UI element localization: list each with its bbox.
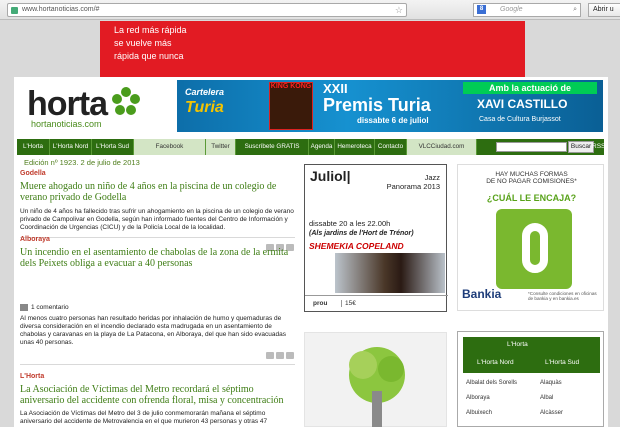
- logo-subtitle: hortanoticias.com: [31, 119, 102, 129]
- bankia-ad[interactable]: HAY MUCHAS FORMAS DE NO PAGAR COMISIONES*…: [457, 164, 604, 311]
- logo-word: horta: [27, 85, 108, 123]
- top-ad-line3: rápida que nunca: [114, 51, 184, 61]
- top-ad-banner[interactable]: La red más rápida se vuelve más rápida q…: [100, 21, 525, 77]
- event-box[interactable]: Juliol| Jazz Panorama 2013 dissabte 20 a …: [304, 164, 448, 312]
- search-button[interactable]: Buscar: [568, 141, 594, 153]
- main-nav: L'Horta L'Horta Nord L'Horta Sud Faceboo…: [17, 139, 605, 155]
- banner-xxii: XXII: [323, 81, 348, 96]
- banner-cartelera: Cartelera Turia: [185, 87, 225, 116]
- nav-twitter[interactable]: Twitter: [206, 139, 236, 155]
- event-photo: [335, 253, 445, 293]
- favicon-icon: [11, 7, 18, 14]
- event-genre: Jazz Panorama 2013: [386, 173, 440, 191]
- logo-flower-icon: [112, 87, 140, 115]
- article-section[interactable]: Godella: [20, 170, 46, 177]
- town-link[interactable]: Albuixech: [466, 410, 492, 416]
- share-icons[interactable]: [264, 352, 294, 360]
- town-link[interactable]: Albal: [540, 395, 553, 401]
- kingkong-poster: KING KONG: [269, 82, 313, 130]
- article-headline[interactable]: La Asociación de Víctimas del Metro reco…: [20, 384, 294, 406]
- event-venue: (Als jardins de l'Hort de Trénor): [309, 230, 414, 237]
- banner-date: dissabte 6 de juliol: [357, 116, 429, 125]
- town-link[interactable]: Alboraya: [466, 395, 490, 401]
- banner-venue: Casa de Cultura Burjassot: [479, 116, 561, 123]
- site-logo[interactable]: horta hortanoticias.com: [27, 85, 108, 129]
- article-headline[interactable]: Un incendio en el asentamiento de chabol…: [20, 247, 294, 269]
- tab-lhorta-sud[interactable]: L'Horta Sud: [545, 359, 579, 366]
- google-icon: 8: [477, 5, 486, 14]
- event-tag: prou: [313, 300, 328, 307]
- bankia-question: ¿CUÁL LE ENCAJA?: [486, 193, 577, 203]
- open-button[interactable]: Abrir u: [588, 3, 620, 17]
- article-body: La Asociación de Víctimas del Metro del …: [20, 410, 268, 425]
- bankia-text: HAY MUCHAS FORMAS DE NO PAGAR COMISIONES*: [486, 171, 577, 185]
- divider: [20, 237, 295, 238]
- town-link[interactable]: Alcàsser: [540, 410, 563, 416]
- horta-tabs: L'Horta L'Horta Nord L'Horta Sud: [463, 337, 600, 373]
- nav-hemeroteca[interactable]: Hemeroteca: [335, 139, 375, 155]
- bookmark-star-icon[interactable]: ☆: [395, 4, 403, 16]
- article-body: Un niño de 4 años ha fallecido tras sufr…: [20, 208, 294, 231]
- tree-ad[interactable]: [304, 332, 447, 427]
- comment-icon[interactable]: [286, 352, 294, 359]
- article-body: Al menos cuatro personas han resultado h…: [20, 315, 286, 346]
- puzzle-icon: [496, 209, 572, 289]
- nav-facebook[interactable]: Facebook: [134, 139, 206, 155]
- tree-icon: [349, 347, 405, 427]
- comment-count[interactable]: 1 comentario: [20, 304, 69, 311]
- nav-suscribete[interactable]: Suscríbete GRATIS: [236, 139, 309, 155]
- address-bar[interactable]: www.hortanoticias.com/# ☆: [7, 3, 407, 17]
- share-icon[interactable]: [266, 352, 274, 359]
- search-placeholder: Google: [500, 6, 523, 13]
- bankia-fineprint: *Consulte condiciones en oficinas de ban…: [528, 291, 597, 301]
- event-date: dissabte 20 a les 22.00h: [309, 219, 391, 228]
- banner-premis: Premis Turia: [323, 95, 431, 115]
- event-price: 15€: [341, 300, 356, 307]
- article-section[interactable]: Alboraya: [20, 236, 50, 243]
- tab-lhorta[interactable]: L'Horta: [507, 341, 528, 348]
- divider: [20, 364, 295, 365]
- print-icon[interactable]: [276, 352, 284, 359]
- event-artist: SHEMEKIA COPELAND: [309, 241, 404, 251]
- banner-artist: XAVI CASTILLO: [477, 97, 568, 111]
- article-headline[interactable]: Muere ahogado un niño de 4 años en la pi…: [20, 181, 294, 203]
- comment-bubble-icon: [20, 304, 28, 311]
- nav-lhorta-nord[interactable]: L'Horta Nord: [50, 139, 92, 155]
- bankia-logo: Bankia: [462, 287, 502, 301]
- site-search-input[interactable]: [496, 142, 567, 152]
- edition-info: Edición nº 1923. 2 de julio de 2013: [24, 158, 140, 167]
- banner-amb: Amb la actuació de: [463, 82, 597, 94]
- article-section[interactable]: L'Horta: [20, 373, 44, 380]
- top-ad-line2: se vuelve más: [114, 38, 172, 48]
- horta-towns-box: L'Horta L'Horta Nord L'Horta Sud Albalat…: [457, 331, 604, 427]
- browser-toolbar: www.hortanoticias.com/# ☆ 8 Google ⌕ Abr…: [0, 0, 620, 20]
- nav-lhorta-sud[interactable]: L'Horta Sud: [92, 139, 134, 155]
- browser-search-input[interactable]: 8 Google ⌕: [473, 3, 581, 17]
- premis-turia-banner[interactable]: Cartelera Turia KING KONG XXII Premis Tur…: [177, 80, 603, 132]
- event-title: Juliol|: [310, 168, 351, 184]
- event-footer: prou 15€: [305, 295, 448, 311]
- nav-contacto[interactable]: Contacto: [375, 139, 407, 155]
- nav-lhorta[interactable]: L'Horta: [17, 139, 50, 155]
- search-icon[interactable]: ⌕: [573, 4, 577, 16]
- town-link[interactable]: Albalat dels Sorells: [466, 380, 517, 386]
- rss-link[interactable]: RSS: [592, 139, 605, 155]
- tab-lhorta-nord[interactable]: L'Horta Nord: [477, 359, 514, 366]
- nav-agenda[interactable]: Agenda: [309, 139, 335, 155]
- top-ad-line1: La red más rápida: [114, 25, 187, 35]
- town-link[interactable]: Alaquàs: [540, 380, 562, 386]
- nav-vlcciudad[interactable]: VLCCiudad.com: [407, 139, 477, 155]
- address-text: www.hortanoticias.com/#: [22, 6, 100, 13]
